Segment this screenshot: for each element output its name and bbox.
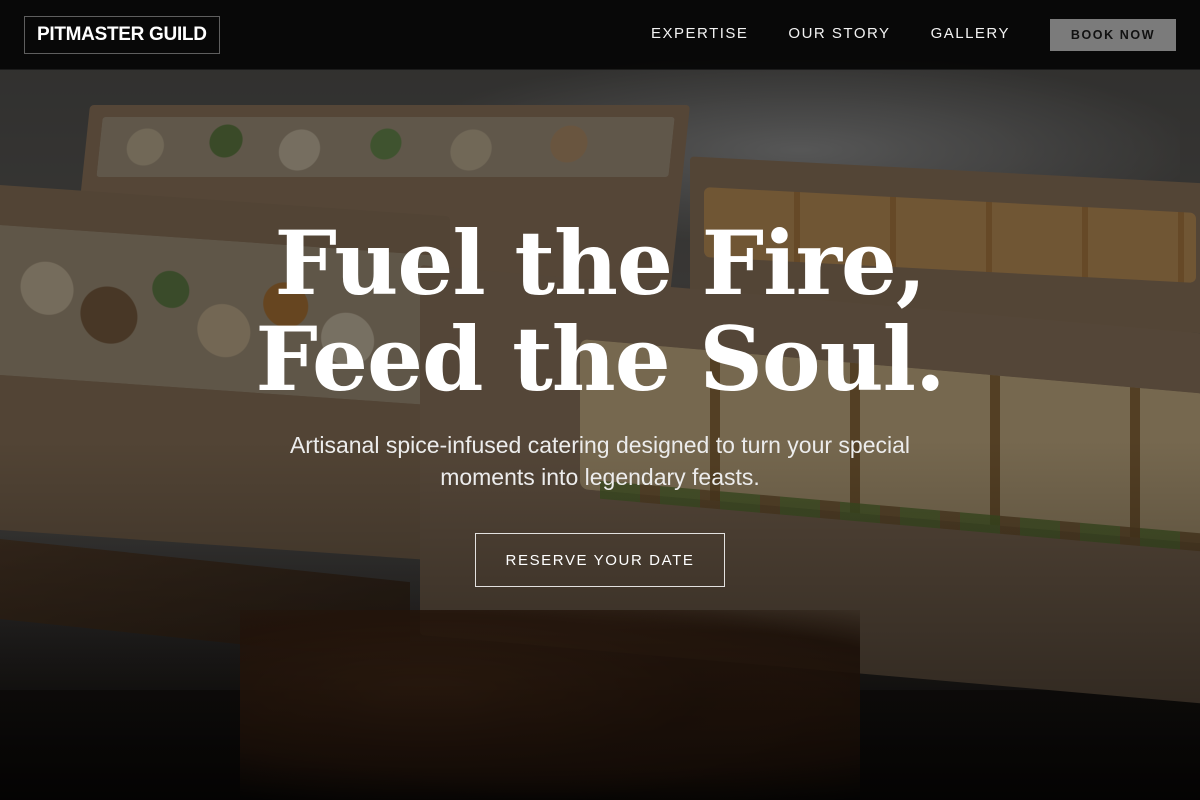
hero-headline-line-2: Feed the Soul. [255,307,945,411]
nav-link-expertise[interactable]: EXPERTISE [651,25,748,42]
hero-headline-line-1: Fuel the Fire, [274,211,926,315]
hero-headline: Fuel the Fire, Feed the Soul. [0,215,1200,407]
nav-links: EXPERTISE OUR STORY GALLERY [651,25,1010,42]
hero-subtitle: Artisanal spice-infused catering designe… [289,432,911,490]
nav-link-gallery[interactable]: GALLERY [931,25,1010,42]
top-navigation-bar: PITMASTER GUILD EXPERTISE OUR STORY GALL… [0,0,1200,70]
nav-link-our-story[interactable]: OUR STORY [788,25,890,42]
hero-section: Fuel the Fire, Feed the Soul. Artisanal … [0,215,1200,587]
book-now-button[interactable]: BOOK NOW [1050,19,1176,51]
brand-logo[interactable]: PITMASTER GUILD [24,16,220,54]
reserve-date-button[interactable]: RESERVE YOUR DATE [475,533,725,587]
